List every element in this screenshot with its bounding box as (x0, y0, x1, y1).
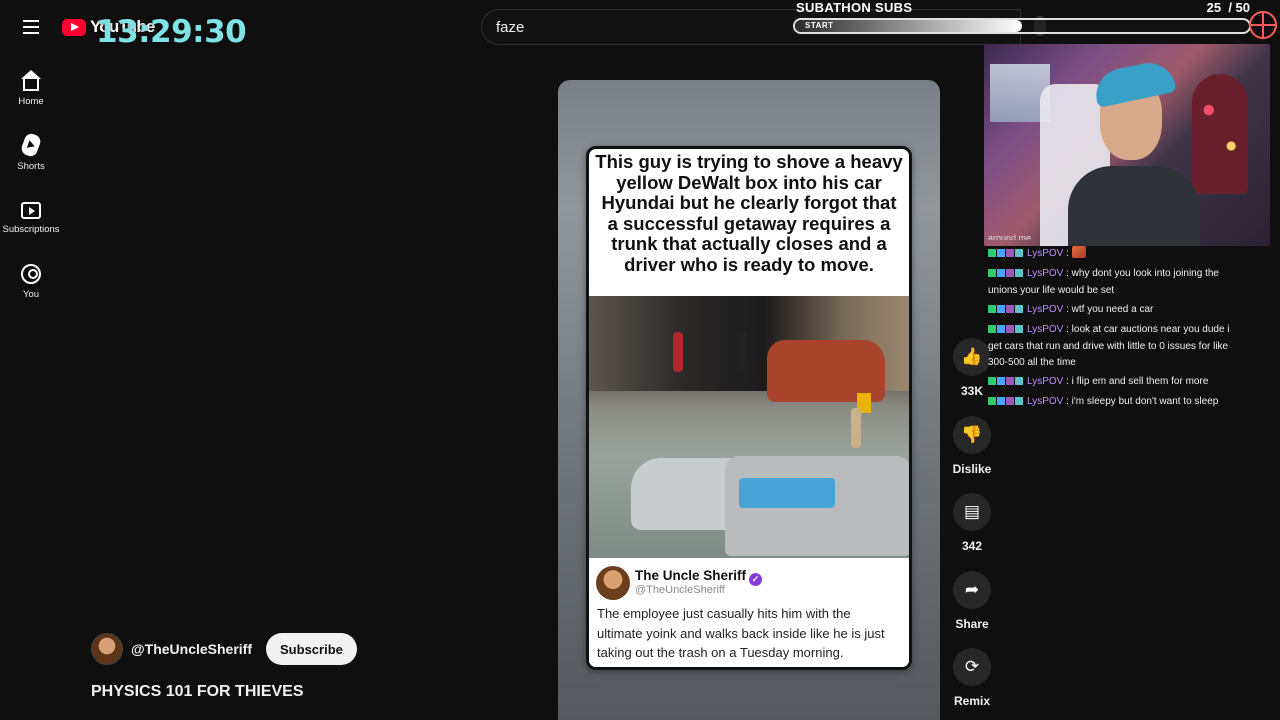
tweet-card: The Uncle Sheriff ✓ @TheUncleSheriff The … (589, 559, 909, 667)
sidebar-item-label: Home (18, 96, 44, 107)
search-query: faze (496, 19, 525, 36)
video-meme-card: This guy is trying to shove a heavy yell… (586, 146, 912, 670)
chat-message: LysPOV : look at car auctions near you d… (988, 323, 1230, 368)
thumbs-up-icon: 👍 (953, 338, 991, 376)
subathon-progress-bar: START (793, 18, 1251, 34)
comment-icon: ▤ (953, 493, 991, 531)
chat-username: LysPOV (1027, 324, 1064, 335)
crosshair-icon (1249, 11, 1277, 39)
channel-name[interactable]: @TheUncleSheriff (131, 641, 252, 657)
chat-message: LysPOV : i'm sleepy but don't want to sl… (988, 394, 1238, 411)
sidebar-item-shorts[interactable]: Shorts (0, 131, 62, 172)
chat-username: LysPOV (1027, 396, 1064, 407)
tweet-text: The employee just casually hits him with… (597, 606, 885, 660)
subathon-title: SUBATHON SUBS (796, 0, 913, 15)
chat-username: LysPOV (1027, 268, 1064, 279)
comment-count: 342 (961, 539, 983, 553)
chat-badges-icon (988, 247, 1024, 263)
remix-button[interactable]: ⟳ Remix (948, 648, 996, 708)
chat-message: LysPOV : i flip em and sell them for mor… (988, 374, 1238, 391)
video-scene-image (589, 296, 909, 558)
chat-text: i'm sleepy but don't want to sleep (1071, 396, 1219, 407)
stream-clock: 13:29:30 (96, 14, 247, 50)
chat-message-cut: around me (988, 233, 1032, 240)
channel-avatar[interactable] (91, 633, 123, 665)
dislike-label: Dislike (952, 462, 992, 476)
sidebar-item-label: Subscriptions (2, 224, 60, 235)
chat-username: LysPOV (1027, 376, 1064, 387)
you-icon (21, 264, 41, 284)
chat-emote-icon (1071, 246, 1086, 258)
subscriptions-icon (21, 202, 41, 219)
chat-badges-icon (988, 267, 1024, 283)
menu-icon[interactable] (16, 14, 46, 40)
chat-text: i flip em and sell them for more (1071, 376, 1209, 387)
video-caption: This guy is trying to shove a heavy yell… (595, 151, 903, 275)
subathon-count: 25 / 50 (1207, 0, 1250, 15)
chat-message: LysPOV : wtf you need a car (988, 302, 1238, 319)
subscribe-button[interactable]: Subscribe (266, 633, 357, 665)
share-label: Share (955, 617, 989, 631)
stream-chat: around me LysPOV : LysPOV : why dont you… (988, 233, 1238, 414)
tweet-handle: @TheUncleSheriff (635, 584, 725, 596)
chat-message: LysPOV : why dont you look into joining … (988, 267, 1219, 296)
sidebar-item-you[interactable]: You (0, 264, 62, 300)
subathon-goal: / 50 (1228, 0, 1250, 15)
share-button[interactable]: ➦ Share (948, 571, 996, 631)
shorts-icon (19, 131, 43, 159)
short-video-player[interactable]: This guy is trying to shove a heavy yell… (558, 80, 940, 720)
chat-username: LysPOV (1027, 248, 1064, 259)
chat-badges-icon (988, 395, 1024, 411)
chat-text: look at car auctions near you dude i get… (988, 324, 1230, 368)
sidebar-item-label: Shorts (17, 161, 45, 172)
subathon-start-label: START (805, 21, 834, 30)
sidebar-item-label: You (22, 289, 40, 300)
sidebar-item-home[interactable]: Home (0, 70, 62, 107)
verified-badge-icon: ✓ (749, 573, 763, 586)
remix-label: Remix (953, 694, 991, 708)
channel-row: @TheUncleSheriff Subscribe (91, 633, 357, 665)
home-icon (21, 70, 41, 91)
streamer-webcam (984, 44, 1270, 246)
subathon-current: 25 (1206, 0, 1222, 15)
chat-username: LysPOV (1027, 304, 1064, 315)
chat-message: LysPOV : (988, 246, 1238, 263)
sidebar-item-subscriptions[interactable]: Subscriptions (0, 199, 62, 235)
chat-badges-icon (988, 375, 1024, 391)
chat-badges-icon (988, 303, 1024, 319)
chat-badges-icon (988, 323, 1024, 339)
share-icon: ➦ (953, 571, 991, 609)
chat-text: wtf you need a car (1071, 304, 1154, 315)
dislike-button[interactable]: 👎 Dislike (948, 416, 996, 476)
thumbs-down-icon: 👎 (953, 416, 991, 454)
youtube-play-icon (62, 18, 86, 36)
comments-button[interactable]: ▤ 342 (948, 493, 996, 553)
remix-icon: ⟳ (953, 648, 991, 686)
video-title: PHYSICS 101 FOR THIEVES (91, 683, 304, 700)
tweet-avatar (596, 566, 630, 600)
